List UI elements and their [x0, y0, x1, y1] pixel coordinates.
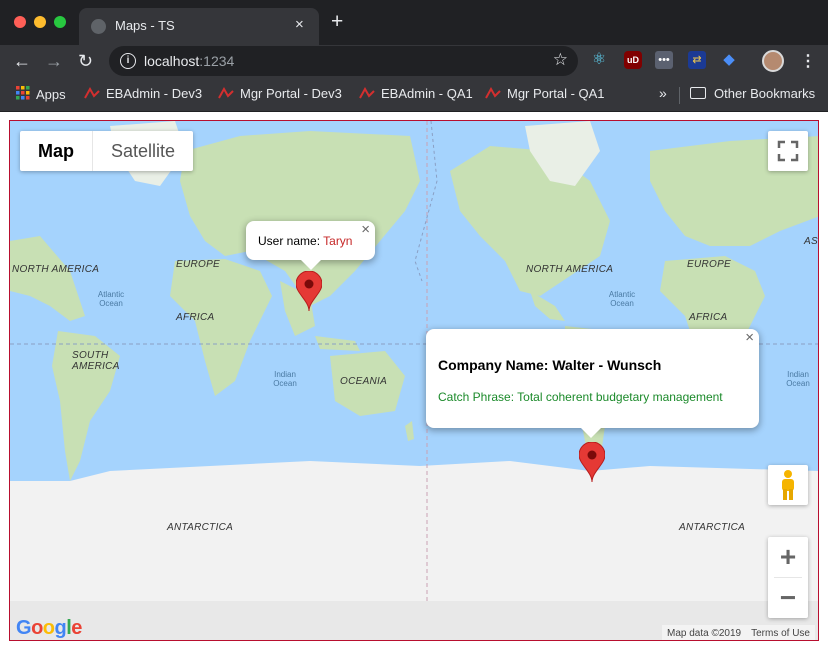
- info-window-tail: [581, 428, 601, 438]
- browser-toolbar: ← → ↻ i localhost:1234 ☆ ⚛ uD ••• ⇄ ◆ ⋮: [0, 45, 828, 78]
- continent-label: OCEANIA: [340, 376, 388, 387]
- map-type-satellite-button[interactable]: Satellite: [93, 131, 193, 171]
- fullscreen-icon: [777, 140, 799, 162]
- bookmark-star-icon[interactable]: ☆: [553, 50, 568, 70]
- react-devtools-icon[interactable]: ⚛: [590, 51, 608, 69]
- zoom-out-button[interactable]: −: [768, 578, 808, 618]
- continent-label: AFRICA: [689, 312, 728, 323]
- continent-label: ANTARCTICA: [679, 522, 746, 533]
- info-window-tail: [301, 260, 321, 270]
- map-data-text[interactable]: Map data ©2019: [662, 628, 746, 639]
- page-content: NORTH AMERICA EUROPE AFRICA SOUTH AMERIC…: [0, 112, 828, 650]
- sync-extension-icon[interactable]: ⇄: [688, 51, 706, 69]
- bookmark-ebadmin-dev3[interactable]: EBAdmin - Dev3: [84, 86, 202, 101]
- user-info-window: × User name: Taryn: [246, 221, 375, 270]
- continent-label: NORTH AMERICA: [12, 264, 100, 275]
- zoom-in-button[interactable]: +: [768, 537, 808, 577]
- bookmark-mgr-portal-dev3[interactable]: Mgr Portal - Dev3: [218, 86, 342, 101]
- eb-logo-icon: [359, 87, 375, 99]
- ocean-label: Indian Ocean: [273, 370, 297, 388]
- continent-label: AS: [804, 236, 818, 247]
- info-window-close-icon[interactable]: ×: [361, 221, 370, 238]
- address-bar[interactable]: i localhost:1234 ☆: [109, 46, 578, 76]
- continent-label: ANTARCTICA: [167, 522, 234, 533]
- bookmark-apps[interactable]: Apps: [16, 86, 66, 102]
- company-info-window: × Company Name: Walter - Wunsch Catch Ph…: [426, 329, 759, 438]
- extension-dots-icon[interactable]: •••: [655, 51, 673, 69]
- catch-phrase-text: Catch Phrase: Total coherent budgetary m…: [438, 390, 723, 404]
- bookmarks-divider: [679, 87, 680, 104]
- browser-tab[interactable]: Maps - TS ×: [79, 8, 319, 45]
- globe-icon: [91, 19, 106, 34]
- company-name-text: Company Name: Walter - Wunsch: [438, 357, 662, 373]
- bookmarks-bar: Apps EBAdmin - Dev3 Mgr Portal - Dev3 EB…: [0, 78, 828, 112]
- ublock-icon[interactable]: uD: [624, 51, 642, 69]
- info-window-close-icon[interactable]: ×: [745, 329, 754, 346]
- maximize-window-button[interactable]: [54, 16, 66, 28]
- map-type-map-button[interactable]: Map: [20, 131, 93, 171]
- tab-bar: Maps - TS × +: [0, 0, 828, 45]
- reload-icon[interactable]: ↻: [78, 50, 93, 72]
- new-tab-button[interactable]: +: [331, 11, 343, 32]
- street-view-pegman-button[interactable]: [768, 465, 808, 505]
- pegman-icon: [782, 470, 794, 500]
- tab-close-icon[interactable]: ×: [295, 16, 304, 33]
- diamond-extension-icon[interactable]: ◆: [720, 51, 738, 69]
- minimize-window-button[interactable]: [34, 16, 46, 28]
- apps-grid-icon: [16, 86, 30, 100]
- kebab-menu-icon[interactable]: ⋮: [800, 51, 816, 71]
- ocean-label: Indian Ocean: [786, 370, 810, 388]
- continent-label: AFRICA: [176, 312, 215, 323]
- bookmark-mgr-portal-qa1[interactable]: Mgr Portal - QA1: [485, 86, 605, 101]
- close-window-button[interactable]: [14, 16, 26, 28]
- map-marker-pin[interactable]: [579, 442, 605, 482]
- map-attribution: Map data ©2019 Terms of Use: [662, 625, 815, 640]
- terms-of-use-link[interactable]: Terms of Use: [746, 628, 815, 639]
- bookmarks-overflow-button[interactable]: »: [659, 85, 667, 101]
- continent-label: EUROPE: [687, 259, 732, 270]
- ocean-label: Atlantic Ocean: [97, 290, 125, 308]
- fullscreen-button[interactable]: [768, 131, 808, 171]
- map-type-control: Map Satellite: [20, 131, 194, 171]
- ocean-label: Atlantic Ocean: [608, 290, 636, 308]
- eb-logo-icon: [84, 87, 100, 99]
- back-arrow-icon[interactable]: ←: [13, 50, 31, 72]
- zoom-control: + −: [768, 537, 808, 618]
- user-name-text: User name: Taryn: [258, 234, 353, 248]
- continent-label: SOUTH AMERICA: [72, 350, 120, 372]
- tab-title: Maps - TS: [115, 18, 175, 33]
- bookmark-ebadmin-qa1[interactable]: EBAdmin - QA1: [359, 86, 473, 101]
- folder-icon: [690, 87, 706, 99]
- eb-logo-icon: [218, 87, 234, 99]
- url-text[interactable]: localhost:1234: [144, 53, 234, 69]
- info-icon[interactable]: i: [120, 53, 136, 69]
- profile-avatar[interactable]: [762, 50, 784, 72]
- google-map[interactable]: NORTH AMERICA EUROPE AFRICA SOUTH AMERIC…: [9, 120, 819, 641]
- eb-logo-icon: [485, 87, 501, 99]
- map-marker-pin[interactable]: [296, 271, 322, 311]
- continent-label: NORTH AMERICA: [526, 264, 614, 275]
- google-logo[interactable]: Google: [16, 617, 82, 640]
- forward-arrow-icon[interactable]: →: [45, 50, 63, 72]
- continent-label: EUROPE: [176, 259, 221, 270]
- other-bookmarks[interactable]: Other Bookmarks: [690, 86, 815, 101]
